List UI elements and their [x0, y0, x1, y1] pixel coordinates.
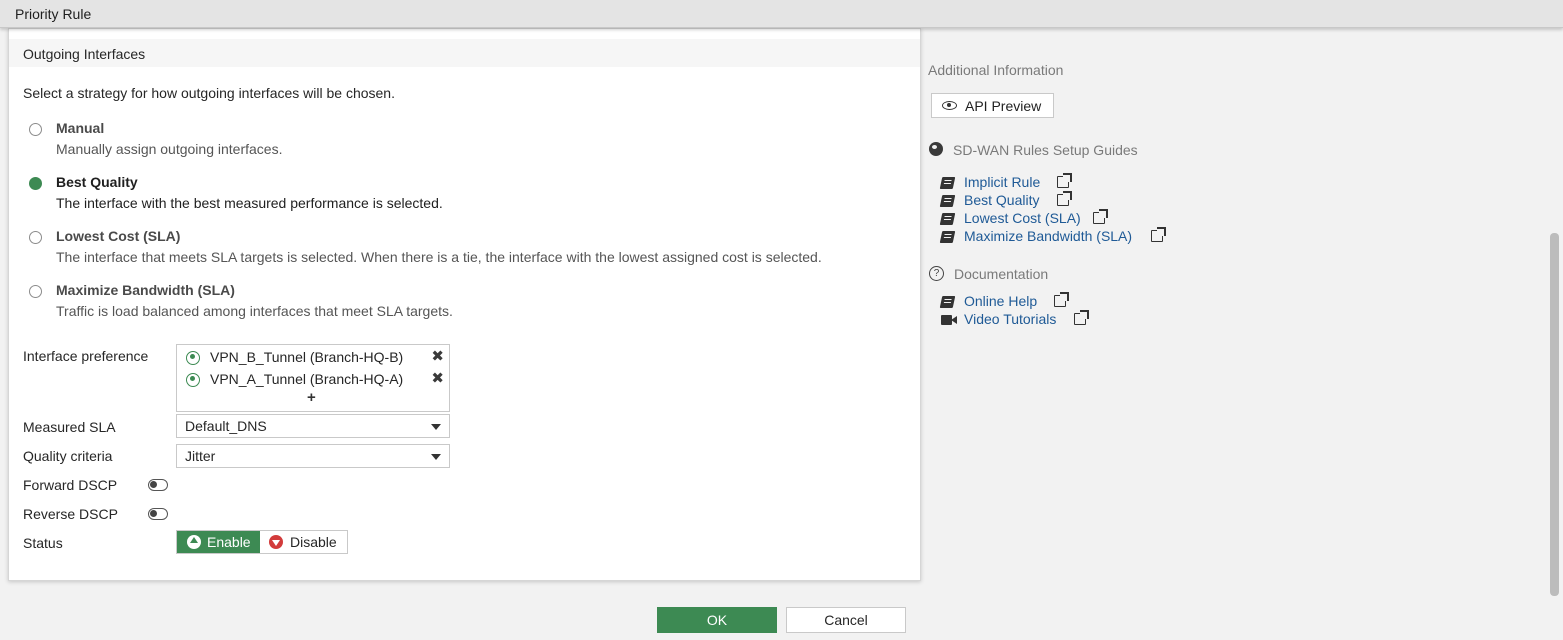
caret-down-icon: [431, 454, 441, 460]
interface-icon: [186, 373, 200, 387]
radio-button[interactable]: [29, 285, 42, 298]
additional-info-heading: Additional Information: [928, 62, 1064, 78]
interface-preference-label: Interface preference: [23, 348, 149, 364]
interface-preference-list: VPN_B_Tunnel (Branch-HQ-B) ✖ VPN_A_Tunne…: [176, 344, 450, 412]
radio-button[interactable]: [29, 231, 42, 244]
arrow-up-circle-icon: [187, 535, 201, 549]
enable-label: Enable: [207, 534, 251, 550]
main-panel: Outgoing Interfaces Select a strategy fo…: [8, 28, 921, 581]
external-link-icon: [1054, 292, 1069, 307]
video-camera-icon: [941, 315, 957, 325]
select-value: Jitter: [185, 448, 216, 464]
strategy-intro: Select a strategy for how outgoing inter…: [23, 85, 395, 101]
link-text[interactable]: Implicit Rule: [964, 174, 1040, 190]
radio-label: Best Quality: [56, 174, 138, 190]
interface-item[interactable]: VPN_B_Tunnel (Branch-HQ-B) ✖: [186, 348, 444, 368]
external-link-icon: [1093, 209, 1108, 224]
forward-dscp-toggle[interactable]: [148, 479, 168, 491]
ok-button[interactable]: OK: [657, 607, 777, 633]
disable-button[interactable]: Disable: [260, 531, 347, 553]
link-text[interactable]: Lowest Cost (SLA): [964, 210, 1081, 226]
radio-label: Manual: [56, 120, 105, 136]
disable-label: Disable: [290, 534, 337, 550]
link-text[interactable]: Online Help: [964, 293, 1037, 309]
radio-option-manual[interactable]: Manual Manually assign outgoing interfac…: [29, 120, 909, 160]
cancel-button[interactable]: Cancel: [786, 607, 906, 633]
forward-dscp-label: Forward DSCP: [23, 477, 118, 493]
book-icon: [939, 296, 956, 308]
measured-sla-label: Measured SLA: [23, 419, 116, 435]
link-text[interactable]: Video Tutorials: [964, 311, 1056, 327]
remove-icon[interactable]: ✖: [431, 347, 444, 365]
enable-button[interactable]: Enable: [177, 531, 260, 553]
title-bar: Priority Rule: [0, 0, 1563, 28]
radio-button[interactable]: [29, 123, 42, 136]
radio-description: The interface that meets SLA targets is …: [56, 249, 822, 265]
status-label: Status: [23, 535, 63, 551]
interface-icon: [186, 351, 200, 365]
arrow-down-circle-icon: [269, 535, 283, 549]
api-preview-button[interactable]: API Preview: [931, 93, 1054, 118]
caret-down-icon: [431, 424, 441, 430]
book-icon: [939, 231, 956, 243]
radio-button-selected[interactable]: [29, 177, 42, 190]
reverse-dscp-toggle[interactable]: [148, 508, 168, 520]
eye-icon: [942, 101, 957, 110]
select-value: Default_DNS: [185, 418, 267, 434]
external-link-icon: [1057, 191, 1072, 206]
quality-criteria-label: Quality criteria: [23, 448, 113, 464]
interface-name: VPN_A_Tunnel (Branch-HQ-A): [210, 371, 404, 387]
link-text[interactable]: Maximize Bandwidth (SLA): [964, 228, 1132, 244]
reverse-dscp-label: Reverse DSCP: [23, 506, 118, 522]
external-link-icon: [1074, 310, 1089, 325]
section-title: Outgoing Interfaces: [23, 46, 146, 62]
radio-option-lowest-cost[interactable]: Lowest Cost (SLA) The interface that mee…: [29, 228, 909, 268]
remove-icon[interactable]: ✖: [431, 369, 444, 387]
external-link-icon: [1057, 173, 1072, 188]
documentation-heading: Documentation: [954, 266, 1049, 282]
radio-label: Maximize Bandwidth (SLA): [56, 282, 235, 298]
api-preview-label: API Preview: [965, 98, 1042, 114]
book-icon: [939, 213, 956, 225]
section-header: Outgoing Interfaces: [9, 39, 920, 67]
measured-sla-select[interactable]: Default_DNS: [176, 414, 450, 438]
help-circle-icon: ?: [929, 266, 944, 281]
radio-description: Traffic is load balanced among interface…: [56, 303, 453, 319]
radio-option-maximize-bandwidth[interactable]: Maximize Bandwidth (SLA) Traffic is load…: [29, 282, 909, 322]
status-toggle-group: Enable Disable: [176, 530, 348, 554]
add-interface-button[interactable]: +: [307, 389, 316, 406]
interface-item[interactable]: VPN_A_Tunnel (Branch-HQ-A) ✖: [186, 370, 444, 390]
link-text[interactable]: Best Quality: [964, 192, 1039, 208]
radio-description: Manually assign outgoing interfaces.: [56, 141, 283, 157]
external-link-icon: [1151, 227, 1166, 242]
guides-heading: SD-WAN Rules Setup Guides: [953, 142, 1138, 158]
radio-description: The interface with the best measured per…: [56, 195, 443, 211]
interface-name: VPN_B_Tunnel (Branch-HQ-B): [210, 349, 404, 365]
book-icon: [939, 195, 956, 207]
radio-option-best-quality[interactable]: Best Quality The interface with the best…: [29, 174, 909, 214]
globe-icon: [929, 142, 943, 156]
radio-label: Lowest Cost (SLA): [56, 228, 181, 244]
window-title: Priority Rule: [15, 6, 92, 22]
quality-criteria-select[interactable]: Jitter: [176, 444, 450, 468]
book-icon: [939, 177, 956, 189]
vertical-scrollbar[interactable]: [1550, 233, 1559, 596]
